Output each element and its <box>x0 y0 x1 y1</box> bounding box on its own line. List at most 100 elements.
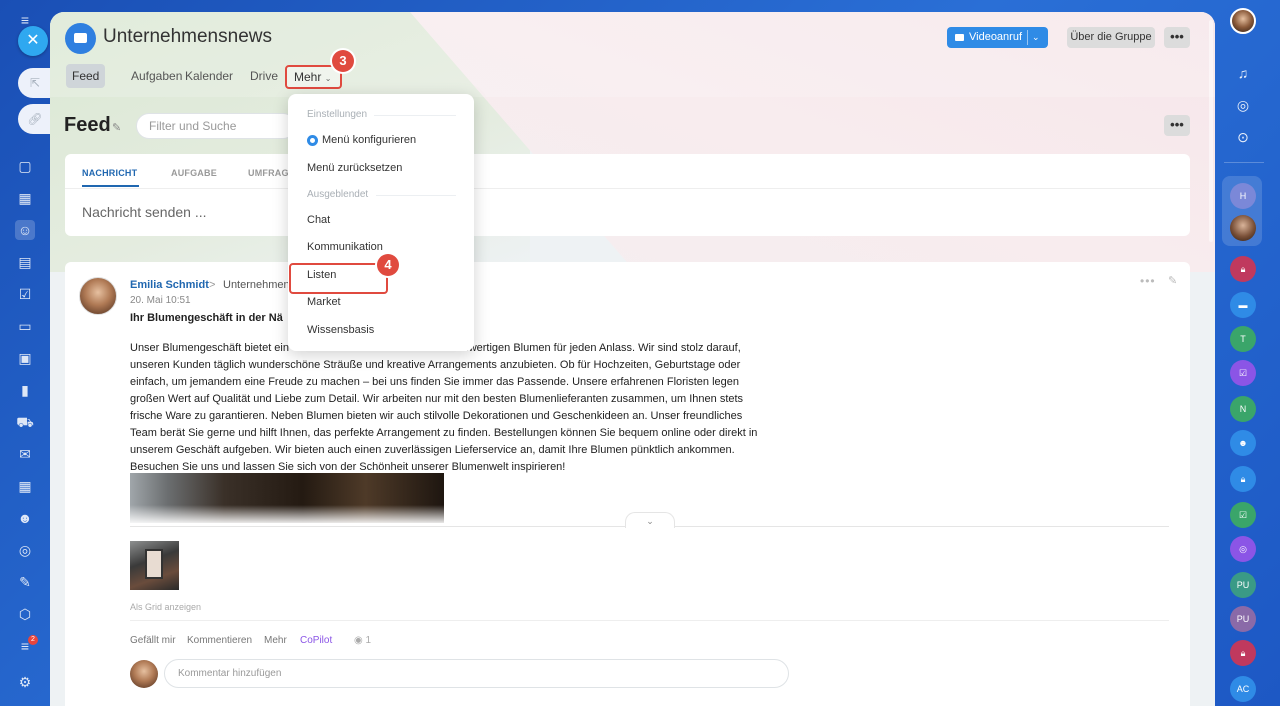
board-icon[interactable]: ▣ <box>15 348 35 368</box>
left-sidebar: ≡ ✕ ⇱ 🔗︎ ▢ ▦ ☺ ▤ ☑ ▭ ▣ ▮ ⛟ ✉ ▦ ☻ ◎ ✎ ⬡ ≡… <box>0 0 52 706</box>
post-destination-group[interactable]: Unternehmen <box>223 279 290 291</box>
feed-post: Emilia Schmidt > Unternehmen 20. Mai 10:… <box>65 262 1190 706</box>
settings-icon[interactable]: ⚙ <box>15 672 35 692</box>
menu-item-market[interactable]: Market <box>307 296 341 308</box>
shield-icon[interactable]: ⬡ <box>15 604 35 624</box>
scrollbar[interactable] <box>1209 20 1213 242</box>
photo-fade <box>130 505 444 525</box>
chat-avatar-locked-3[interactable]: 🔒︎ <box>1230 640 1256 666</box>
open-in-new-tab-button[interactable]: ⇱ <box>18 68 52 98</box>
group-panel: Unternehmensnews Videoanruf ⌄ Über die G… <box>50 12 1215 706</box>
compose-tab-nachricht[interactable]: NACHRICHT <box>82 168 137 178</box>
copy-link-button[interactable]: 🔗︎ <box>18 104 52 134</box>
expand-post-button[interactable]: ⌄ <box>625 512 675 528</box>
menu-item-kommunikation[interactable]: Kommunikation <box>307 241 383 253</box>
chat-avatar-copilot[interactable]: ◎ <box>1230 536 1256 562</box>
bell-icon[interactable]: ♫ <box>1232 62 1254 84</box>
chat-avatar-h[interactable]: H <box>1230 183 1256 209</box>
menu-item-chat[interactable]: Chat <box>307 214 330 226</box>
button-separator <box>1027 30 1028 45</box>
post-menu-icon[interactable]: ••• <box>1140 274 1156 288</box>
header-more-button[interactable]: ••• <box>1164 27 1190 48</box>
copilot-button[interactable]: CoPilot <box>300 635 332 646</box>
views-count: 1 <box>365 635 372 646</box>
chat-avatar-pu[interactable]: PU <box>1230 572 1256 598</box>
thumbnail-frame <box>145 549 163 579</box>
pin-icon[interactable]: ✎ <box>112 121 121 134</box>
documents-icon[interactable]: ▤ <box>15 252 35 272</box>
menu-item-reset[interactable]: Menü zurücksetzen <box>307 162 402 174</box>
tab-feed[interactable]: Feed <box>66 64 106 88</box>
comment-button[interactable]: Kommentieren <box>187 635 252 646</box>
chat-avatar-message[interactable]: ▬ <box>1230 292 1256 318</box>
robot-icon[interactable]: ☻ <box>15 508 35 528</box>
chat-avatar-group[interactable]: ☻ <box>1230 430 1256 456</box>
schedule-icon[interactable]: ▦ <box>15 476 35 496</box>
comment-input[interactable]: Kommentar hinzufügen <box>164 659 789 688</box>
analytics-icon[interactable]: ▮ <box>15 380 35 400</box>
notification-count-badge: 2 <box>28 635 38 645</box>
chat-avatar-locked[interactable]: 🔒︎ <box>1230 256 1256 282</box>
eye-icon: ◉ <box>354 635 366 646</box>
show-as-grid-link[interactable]: Als Grid anzeigen <box>130 602 201 612</box>
tab-kalender[interactable]: Kalender <box>185 64 233 88</box>
compose-divider <box>65 188 1190 189</box>
tab-mehr[interactable]: Mehr ⌄ <box>285 65 342 89</box>
user-avatar[interactable] <box>1230 8 1256 34</box>
calendar-icon[interactable]: ▦ <box>15 188 35 208</box>
chat-avatar-user[interactable] <box>1230 215 1256 241</box>
gear-icon <box>307 135 318 146</box>
tab-aufgaben[interactable]: Aufgaben <box>131 64 182 88</box>
tasks-icon[interactable]: ☑ <box>15 284 35 304</box>
chat-avatar-pu-2[interactable]: PU <box>1230 606 1256 632</box>
compose-tab-umfrage[interactable]: UMFRAG <box>248 168 289 178</box>
video-call-label: Videoanruf <box>969 31 1023 43</box>
message-input[interactable]: Nachricht senden ... <box>82 204 207 220</box>
sign-icon[interactable]: ✎ <box>15 572 35 592</box>
commenter-avatar <box>130 660 158 688</box>
groups-icon[interactable]: ☺ <box>15 220 35 240</box>
post-author[interactable]: Emilia Schmidt <box>130 279 209 291</box>
listen-highlight-box <box>289 263 388 294</box>
chat-avatar-ac[interactable]: AC <box>1230 676 1256 702</box>
tab-drive[interactable]: Drive <box>250 64 278 88</box>
chat-icon[interactable]: ▢ <box>15 156 35 176</box>
group-folder-icon <box>65 23 96 54</box>
chat-avatar-tasks-2[interactable]: ☑ <box>1230 502 1256 528</box>
compose-tab-aufgabe[interactable]: AUFGABE <box>171 168 217 178</box>
menu-item-configure[interactable]: Menü konfigurieren <box>322 134 416 146</box>
filter-search-input[interactable]: Filter und Suche <box>136 113 296 139</box>
activity-icon[interactable]: ◎ <box>1232 94 1254 116</box>
chat-avatar-t[interactable]: T <box>1230 326 1256 352</box>
feed-more-button[interactable]: ••• <box>1164 115 1190 136</box>
post-body-line: Team berät Sie gerne und hilft Ihnen, da… <box>130 427 758 439</box>
author-avatar[interactable] <box>79 277 117 315</box>
more-actions-button[interactable]: Mehr <box>264 635 287 646</box>
crm-icon[interactable]: ▭ <box>15 316 35 336</box>
search-chat-icon[interactable]: ⊙ <box>1232 126 1254 148</box>
chevron-down-icon[interactable]: ⌄ <box>1032 27 1040 48</box>
video-call-button[interactable]: Videoanruf ⌄ <box>947 27 1048 48</box>
menu-item-wissensbasis[interactable]: Wissensbasis <box>307 324 374 336</box>
like-button[interactable]: Gefällt mir <box>130 635 176 646</box>
post-body: Unser Blumengeschäft bietet ein hochwert… <box>130 340 795 476</box>
shop-cart-icon[interactable]: ⛟ <box>15 412 35 432</box>
section-divider <box>374 115 456 116</box>
chat-avatar-n[interactable]: N <box>1230 396 1256 422</box>
post-pin-icon[interactable]: ✎ <box>1168 274 1177 287</box>
target-icon[interactable]: ◎ <box>15 540 35 560</box>
post-body-line: unseren Kunden täglich wunderschöne Strä… <box>130 359 741 371</box>
destination-arrow: > <box>209 279 216 291</box>
about-group-button[interactable]: Über die Gruppe <box>1067 27 1155 48</box>
tab-mehr-label: Mehr <box>294 70 322 84</box>
mail-icon[interactable]: ✉ <box>15 444 35 464</box>
post-date: 20. Mai 10:51 <box>130 295 191 306</box>
dropdown-section-settings: Einstellungen <box>307 109 368 120</box>
step-badge-4: 4 <box>377 254 399 276</box>
chat-avatar-locked-2[interactable]: 🔒︎ <box>1230 466 1256 492</box>
post-body-line: großen Wert auf Qualität und Liebe zum D… <box>130 393 744 405</box>
post-body-line: einfach, um jemandem eine Freude zu mach… <box>130 376 740 388</box>
views-counter: ◉ 1 <box>354 635 371 646</box>
chat-avatar-tasks[interactable]: ☑ <box>1230 360 1256 386</box>
close-button[interactable]: ✕ <box>18 26 48 56</box>
